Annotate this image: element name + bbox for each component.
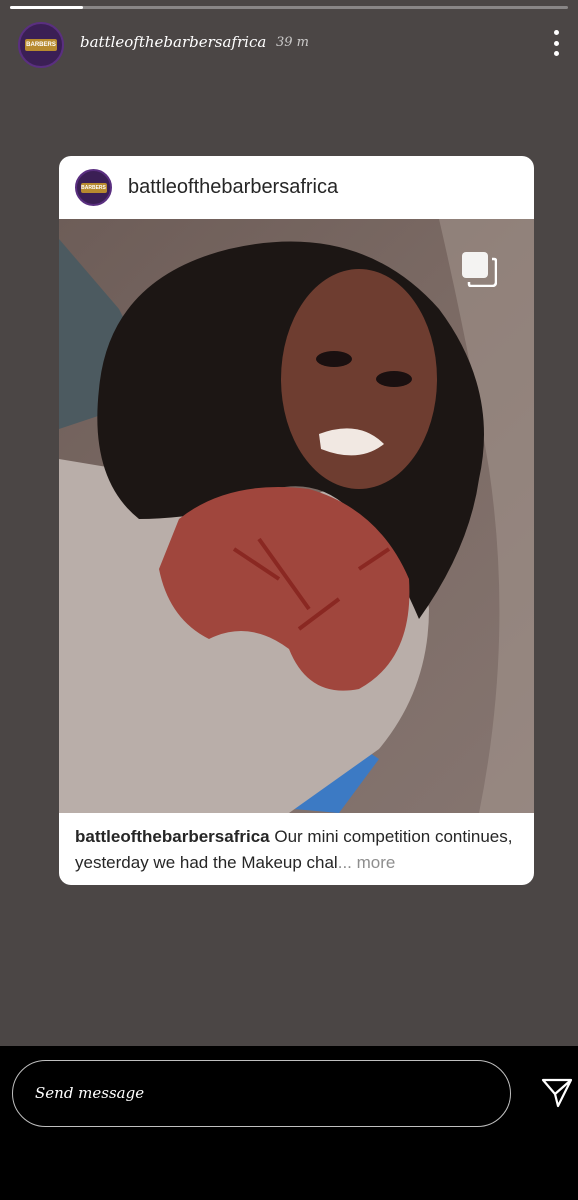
send-message-placeholder: Send message (35, 1084, 145, 1102)
story-header: BARBERS battleofthebarbersafrica 39 m (0, 18, 578, 70)
multiple-media-icon (462, 252, 497, 287)
brand-logo-mark: BARBERS (80, 182, 107, 193)
zombie-makeup-photo (59, 219, 534, 813)
post-image[interactable] (59, 219, 534, 813)
post-caption: battleofthebarbersafrica Our mini compet… (75, 824, 525, 876)
reply-bar: Send message (0, 1046, 578, 1200)
profile-avatar[interactable]: BARBERS (18, 22, 64, 68)
post-username[interactable]: battleofthebarbersafrica (128, 176, 338, 199)
send-message-input[interactable]: Send message (12, 1060, 511, 1127)
caption-more-link[interactable]: more (352, 853, 396, 872)
brand-logo-mark: BARBERS (25, 39, 57, 51)
shared-post-card[interactable]: BARBERS battleofthebarbersafrica battleo… (59, 156, 534, 885)
post-header: BARBERS battleofthebarbersafrica (59, 156, 534, 219)
story-timestamp: 39 m (276, 35, 310, 50)
post-avatar[interactable]: BARBERS (75, 169, 112, 206)
story-viewer[interactable]: BARBERS battleofthebarbersafrica 39 m BA… (0, 0, 578, 1046)
paper-plane-icon[interactable] (540, 1076, 574, 1110)
story-progress-fill (10, 6, 83, 9)
more-vertical-icon[interactable] (548, 30, 564, 56)
caption-ellipsis: ... (337, 853, 352, 872)
caption-username[interactable]: battleofthebarbersafrica (75, 827, 270, 846)
story-progress-bar (10, 6, 568, 9)
story-username[interactable]: battleofthebarbersafrica (80, 33, 266, 51)
